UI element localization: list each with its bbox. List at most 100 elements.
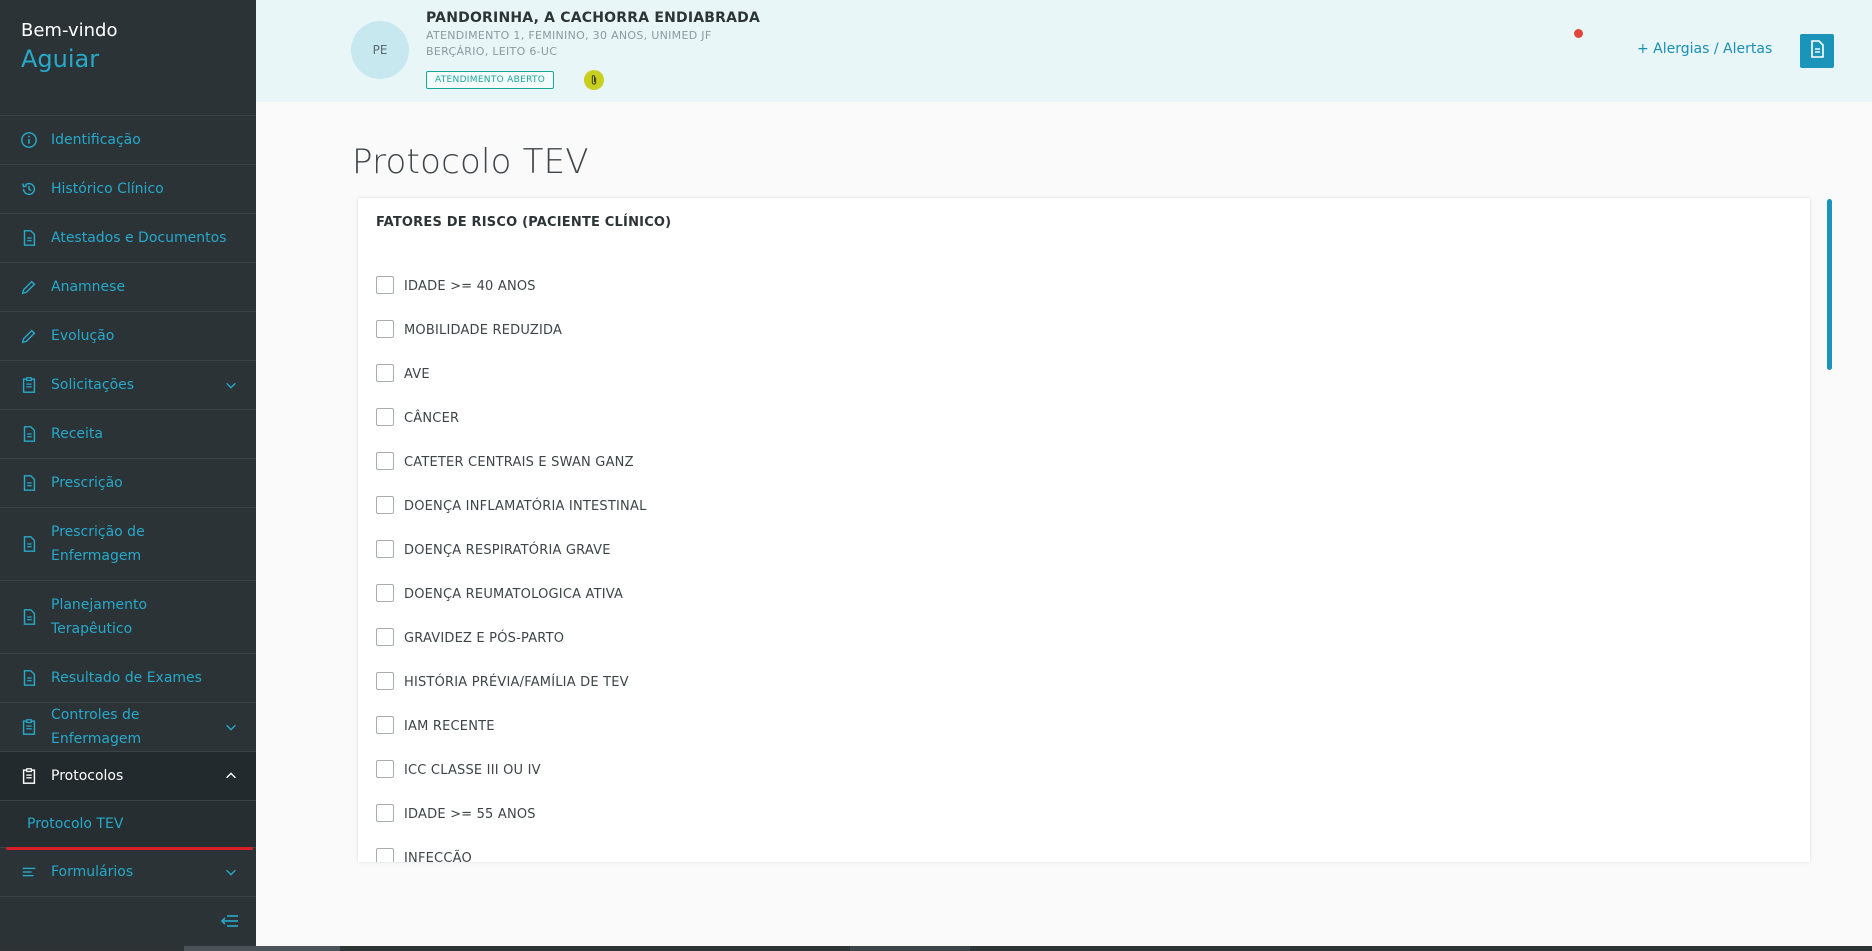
risk-factor-label: DOENÇA REUMATOLOGICA ATIVA	[404, 587, 624, 602]
document-icon	[19, 534, 39, 554]
sidebar-item-evolucao[interactable]: Evolução	[0, 312, 256, 361]
clipboard-icon	[19, 766, 39, 786]
welcome-block: Bem-vindo Aguiar	[21, 20, 117, 73]
avatar: PE	[351, 21, 409, 79]
sidebar-item-atestados[interactable]: Atestados e Documentos	[0, 214, 256, 263]
risk-factor-label: GRAVIDEZ E PÓS-PARTO	[404, 631, 565, 646]
list-item: CATETER CENTRAIS E SWAN GANZ	[376, 452, 647, 496]
sidebar-item-formularios[interactable]: Formulários	[0, 847, 256, 897]
scrollbar-thumb[interactable]	[1827, 199, 1832, 370]
sidebar-item-label: Atestados e Documentos	[51, 230, 227, 246]
list-item: DOENÇA RESPIRATÓRIA GRAVE	[376, 540, 647, 584]
user-name: Aguiar	[21, 45, 100, 73]
risk-factor-label: INFECÇÃO	[404, 851, 472, 862]
taskbar-segment	[184, 946, 340, 951]
sidebar-nav: Identificação Histórico Clínico Atestado…	[0, 116, 256, 897]
risk-factor-label: HISTÓRIA PRÉVIA/FAMÍLIA DE TEV	[404, 675, 629, 690]
risk-factor-label: AVE	[404, 367, 430, 382]
sidebar-item-planejamento[interactable]: Planejamento Terapêutico	[0, 581, 256, 654]
risk-factor-label: CATETER CENTRAIS E SWAN GANZ	[404, 455, 634, 470]
risk-factor-checkbox[interactable]	[376, 804, 394, 822]
sidebar-item-label: Anamnese	[51, 279, 126, 295]
attachment-icon[interactable]	[584, 70, 604, 90]
sidebar-item-receita[interactable]: Receita	[0, 410, 256, 459]
page-title: Protocolo TEV	[352, 142, 589, 182]
risk-factor-checkbox[interactable]	[376, 408, 394, 426]
risk-factor-checkbox[interactable]	[376, 320, 394, 338]
sidebar-item-label: Identificação	[51, 132, 141, 148]
status-badge: ATENDIMENTO ABERTO	[426, 71, 555, 89]
chevron-down-icon	[224, 865, 240, 879]
chevron-up-icon	[224, 769, 240, 783]
list-item: DOENÇA INFLAMATÓRIA INTESTINAL	[376, 496, 647, 540]
document-icon	[19, 473, 39, 493]
clipboard-icon	[19, 375, 39, 395]
sidebar-item-prescricao-enfermagem[interactable]: Prescrição de Enfermagem	[0, 508, 256, 581]
risk-factor-checkbox[interactable]	[376, 540, 394, 558]
sidebar-item-label: Histórico Clínico	[51, 181, 164, 197]
pencil-icon	[19, 326, 39, 346]
active-underline	[6, 847, 253, 850]
chevron-down-icon	[224, 720, 240, 734]
document-icon	[1807, 39, 1827, 63]
sidebar-item-label: Prescrição de Enfermagem	[51, 524, 145, 564]
sidebar-item-label: Protocolos	[51, 768, 124, 784]
risk-factor-label: IDADE >= 55 ANOS	[404, 807, 536, 822]
sidebar-item-protocolos[interactable]: Protocolos	[0, 752, 256, 801]
sidebar-item-solicitacoes[interactable]: Solicitações	[0, 361, 256, 410]
risk-factor-label: DOENÇA RESPIRATÓRIA GRAVE	[404, 543, 611, 558]
sidebar-subitem-protocolo-tev[interactable]: Protocolo TEV	[0, 801, 256, 847]
sidebar-item-label: Controles de Enfermagem	[51, 707, 142, 747]
risk-factor-checkbox[interactable]	[376, 276, 394, 294]
history-icon	[19, 179, 39, 199]
allergies-alerts-link[interactable]: + Alergias / Alertas	[1637, 41, 1772, 57]
clipboard-icon	[19, 717, 39, 737]
risk-factor-checkbox[interactable]	[376, 628, 394, 646]
document-icon	[19, 228, 39, 248]
risk-factor-checkbox[interactable]	[376, 452, 394, 470]
risk-factor-checkbox[interactable]	[376, 848, 394, 862]
collapse-sidebar-icon[interactable]	[218, 913, 240, 929]
list-item: DOENÇA REUMATOLOGICA ATIVA	[376, 584, 647, 628]
sidebar-item-anamnese[interactable]: Anamnese	[0, 263, 256, 312]
sidebar-item-resultado-exames[interactable]: Resultado de Exames	[0, 654, 256, 703]
sidebar-item-label: Evolução	[51, 328, 115, 344]
sidebar-item-historico-clinico[interactable]: Histórico Clínico	[0, 165, 256, 214]
risk-factor-checkbox[interactable]	[376, 496, 394, 514]
list-item: MOBILIDADE REDUZIDA	[376, 320, 647, 364]
notification-dot	[1574, 29, 1583, 38]
sidebar-item-label: Resultado de Exames	[51, 670, 202, 686]
sidebar-item-controles-enfermagem[interactable]: Controles de Enfermagem	[0, 703, 256, 752]
risk-factor-list: IDADE >= 40 ANOS MOBILIDADE REDUZIDA AVE…	[376, 276, 647, 862]
patient-details: ATENDIMENTO 1, FEMININO, 30 ANOS, UNIMED…	[426, 29, 712, 42]
bottom-taskbar	[0, 946, 1872, 951]
patient-name: PANDORINHA, A CACHORRA ENDIABRADA	[426, 10, 761, 26]
sidebar-item-label: Solicitações	[51, 377, 135, 393]
document-button[interactable]	[1800, 34, 1834, 68]
sidebar-item-label: Receita	[51, 426, 103, 442]
chevron-down-icon	[224, 378, 240, 392]
list-item: HISTÓRIA PRÉVIA/FAMÍLIA DE TEV	[376, 672, 647, 716]
risk-factor-checkbox[interactable]	[376, 716, 394, 734]
pencil-icon	[19, 277, 39, 297]
list-item: ICC CLASSE III OU IV	[376, 760, 647, 804]
risk-factor-checkbox[interactable]	[376, 364, 394, 382]
sidebar-item-prescricao[interactable]: Prescrição	[0, 459, 256, 508]
risk-factor-checkbox[interactable]	[376, 584, 394, 602]
sidebar-item-identificacao[interactable]: Identificação	[0, 116, 256, 165]
document-icon	[19, 668, 39, 688]
risk-factors-card: FATORES DE RISCO (PACIENTE CLÍNICO) IDAD…	[358, 198, 1810, 862]
list-item: IDADE >= 55 ANOS	[376, 804, 647, 848]
risk-factor-checkbox[interactable]	[376, 672, 394, 690]
document-icon	[19, 607, 39, 627]
list-item: IAM RECENTE	[376, 716, 647, 760]
taskbar-segment	[850, 946, 970, 951]
list-item: IDADE >= 40 ANOS	[376, 276, 647, 320]
sidebar-item-label: Prescrição	[51, 475, 123, 491]
risk-factor-label: CÂNCER	[404, 411, 460, 426]
info-icon	[19, 130, 39, 150]
list-item: CÂNCER	[376, 408, 647, 452]
sidebar: Bem-vindo Aguiar Identificação Histórico…	[0, 0, 256, 951]
list-item: INFECÇÃO	[376, 848, 647, 862]
risk-factor-checkbox[interactable]	[376, 760, 394, 778]
